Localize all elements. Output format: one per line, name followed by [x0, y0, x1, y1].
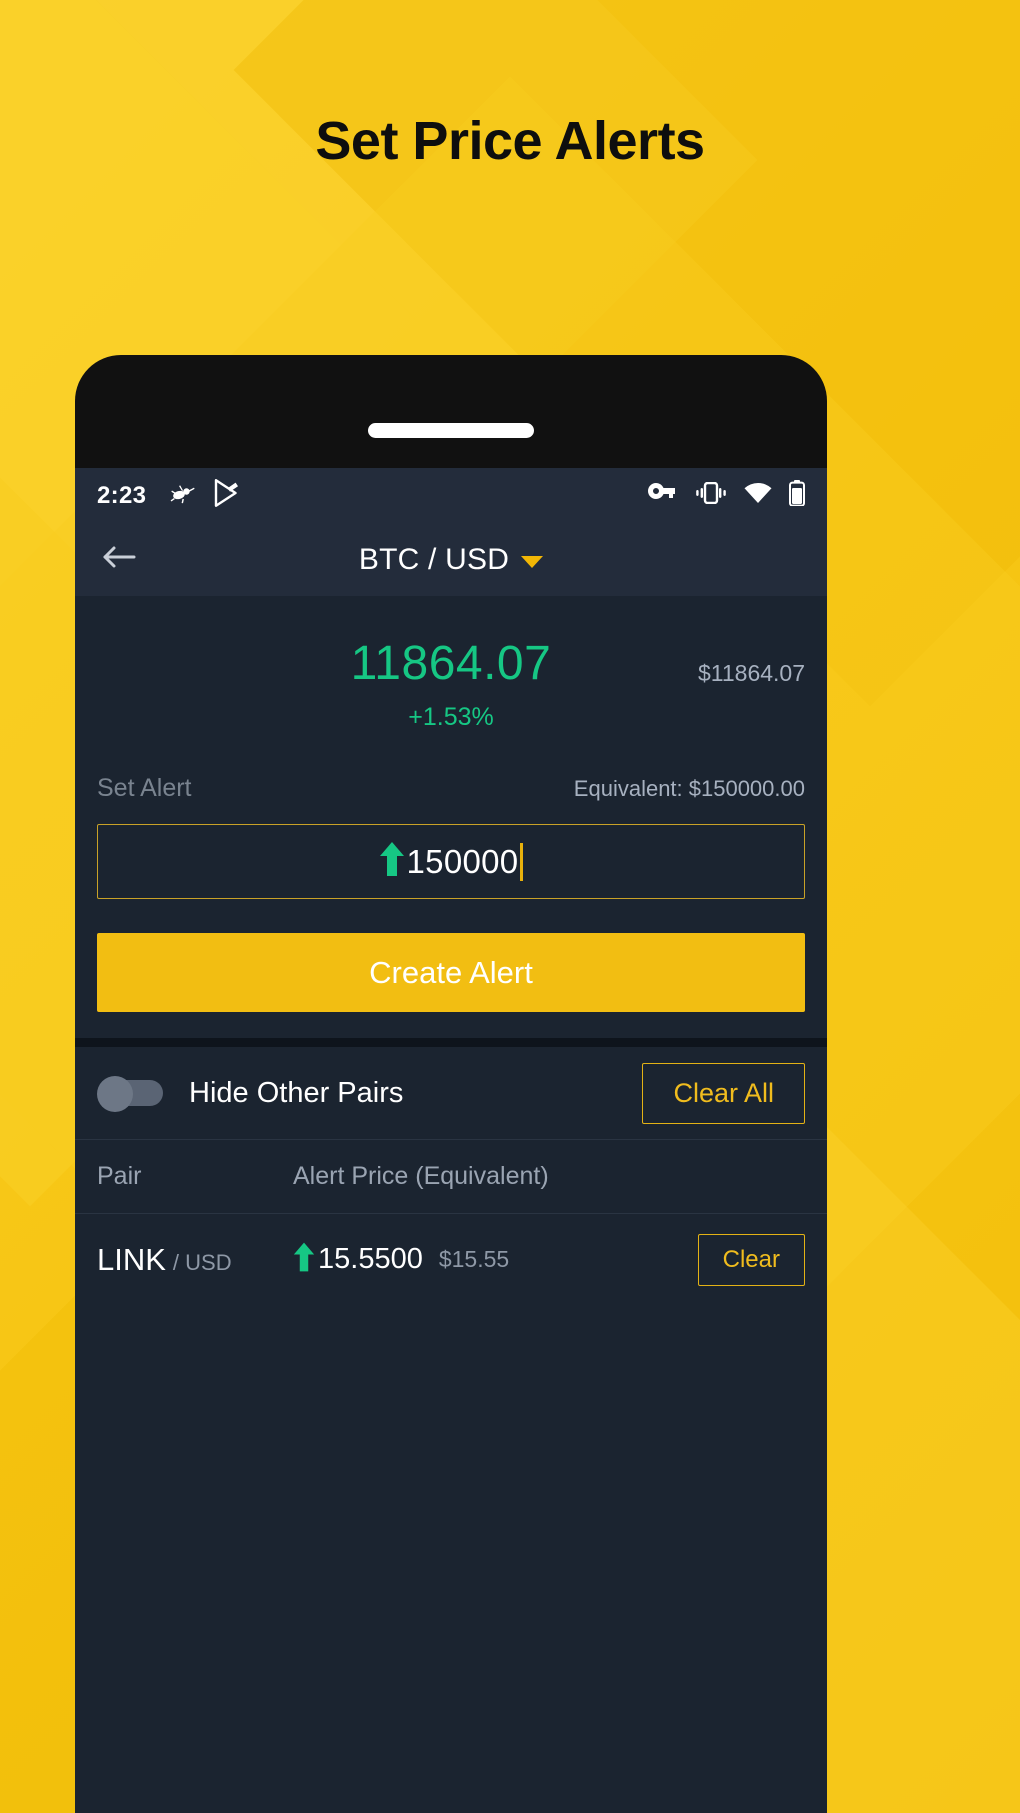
text-cursor [520, 842, 524, 881]
row-alert-price-value: 15.5500 [318, 1243, 423, 1275]
row-pair-quote: / USD [172, 1249, 232, 1275]
alert-form-labels: Set Alert Equivalent: $150000.00 [97, 774, 805, 803]
app-toolbar: BTC / USD [75, 523, 827, 596]
status-bar: 2:23 [75, 468, 827, 523]
hide-other-pairs-toggle[interactable] [97, 1076, 163, 1112]
promo-headline: Set Price Alerts [315, 111, 705, 171]
empty-list-area [75, 1305, 827, 1813]
alerts-list-panel: Hide Other Pairs Clear All Pair Alert Pr… [75, 1047, 827, 1813]
row-clear-button[interactable]: Clear [697, 1233, 805, 1286]
column-header-alert-price: Alert Price (Equivalent) [293, 1162, 549, 1190]
row-pair-base: LINK [97, 1241, 166, 1277]
back-button[interactable] [97, 538, 141, 582]
pair-selector[interactable]: BTC / USD [75, 543, 827, 577]
status-left-icons [170, 479, 240, 512]
battery-icon [789, 480, 805, 511]
table-row[interactable]: LINK / USD 15.5500 $15.55 Clear [75, 1213, 827, 1305]
panel-divider [75, 1038, 827, 1047]
status-right-icons [646, 480, 805, 511]
alert-price-input[interactable]: 150000 [97, 824, 805, 899]
ticker-change: +1.53% [408, 703, 494, 731]
back-arrow-icon [101, 543, 137, 576]
phone-mockup: 2:23 BTC / USD 11864.07 $11864.07 +1.53%… [75, 355, 827, 1813]
arrow-up-icon [379, 841, 405, 882]
create-alert-button[interactable]: Create Alert [97, 933, 805, 1012]
ant-icon [170, 482, 196, 509]
chevron-down-icon [521, 556, 544, 568]
arrow-up-icon [293, 1241, 315, 1278]
vpn-key-icon [646, 483, 678, 508]
phone-speaker [368, 423, 534, 438]
alert-input-value: 150000 [406, 842, 519, 880]
list-controls-row: Hide Other Pairs Clear All [75, 1047, 827, 1139]
equivalent-label: Equivalent: $150000.00 [573, 776, 805, 801]
ticker-price: 11864.07 [350, 637, 552, 690]
table-header: Pair Alert Price (Equivalent) [75, 1139, 827, 1213]
play-store-icon [214, 479, 240, 512]
hide-other-pairs-label: Hide Other Pairs [189, 1076, 404, 1109]
toggle-knob [97, 1076, 133, 1112]
ticker-price-row: 11864.07 $11864.07 [97, 596, 805, 691]
row-alert-price-equivalent: $15.55 [438, 1246, 510, 1272]
clear-all-button[interactable]: Clear All [642, 1062, 805, 1124]
wifi-icon [744, 482, 772, 509]
status-time: 2:23 [97, 481, 147, 509]
set-alert-label: Set Alert [97, 774, 192, 802]
vibrate-icon [695, 481, 727, 509]
alert-form-panel: 11864.07 $11864.07 +1.53% Set Alert Equi… [75, 596, 827, 1038]
ticker-price-usd: $11864.07 [697, 660, 805, 686]
toolbar-title-label: BTC / USD [358, 542, 510, 576]
row-pair: LINK / USD [97, 1242, 293, 1278]
column-header-pair: Pair [97, 1162, 142, 1190]
row-alert-price: 15.5500 $15.55 [293, 1241, 509, 1278]
phone-screen: 2:23 BTC / USD 11864.07 $11864.07 +1.53%… [75, 468, 827, 1813]
